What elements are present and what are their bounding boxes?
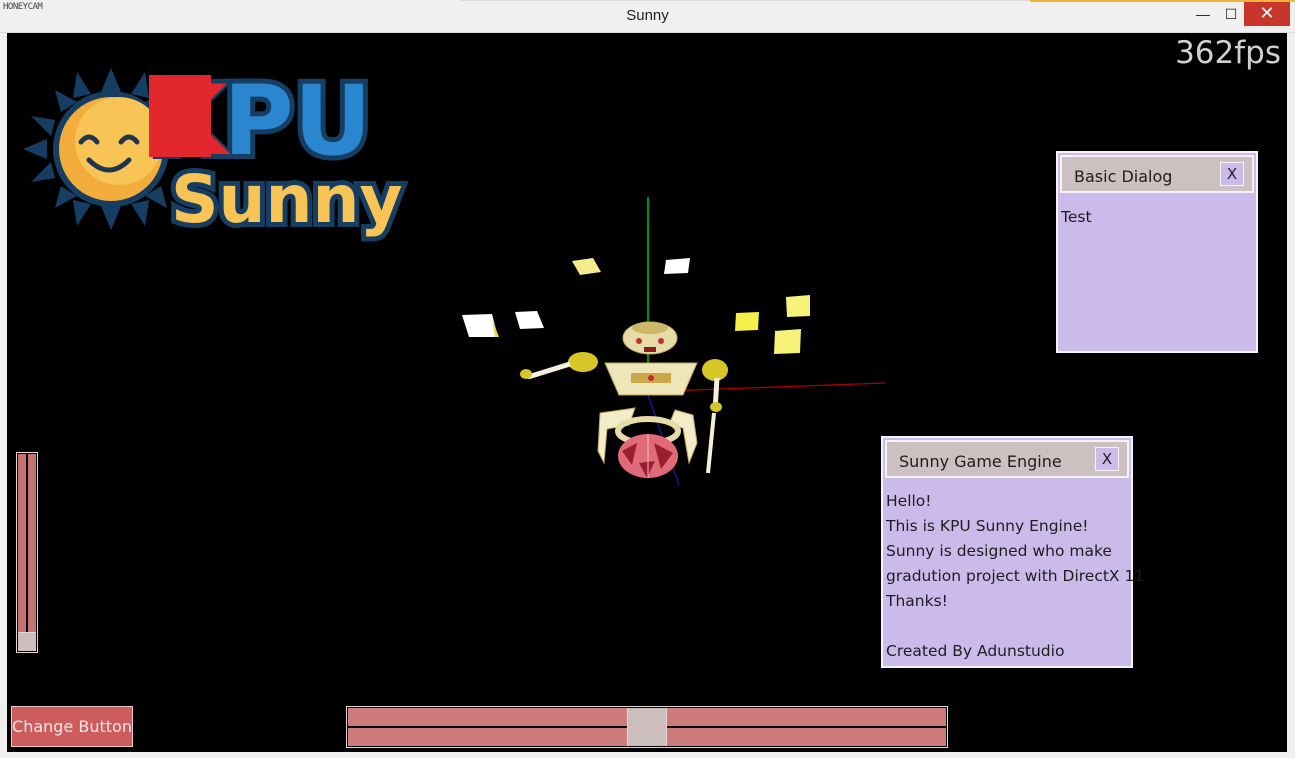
basic-dialog-line: Test [1061,208,1092,226]
basic-dialog-close-button[interactable]: X [1220,162,1244,186]
horizontal-slider-thumb[interactable] [627,708,667,746]
logo-sunny-text-fill: Sunny [171,161,403,238]
scene-quad [735,312,759,331]
engine-dialog-line: Hello! [886,492,932,510]
vertical-scrollbar-track[interactable] [18,454,26,651]
vertical-scrollbar-thumb[interactable] [18,632,36,651]
scene-quad [774,329,801,354]
scene-quad [462,314,498,337]
horizontal-slider[interactable] [346,706,948,748]
x-axis-line [666,382,886,392]
basic-dialog-title: Basic Dialog [1074,167,1173,186]
minimize-icon[interactable]: — [1188,2,1218,26]
scene-quad [664,258,690,274]
window-title: Sunny [626,7,669,24]
engine-dialog[interactable]: Sunny Game Engine X Hello! This is KPU S… [881,436,1144,668]
engine-dialog-line: Thanks! [886,592,948,610]
render-viewport[interactable]: KPU KPU K Sunny Sunny 362fps Basic Dialo… [7,33,1287,752]
window-titlebar[interactable]: HONEYCAM Sunny — ☐ ✕ [0,0,1295,33]
engine-dialog-line: gradution project with DirectX 11 [886,567,1145,585]
engine-dialog-line: This is KPU Sunny Engine! [886,517,1089,535]
engine-dialog-body: Hello! This is KPU Sunny Engine! Sunny i… [886,489,1144,664]
scene-quad [572,258,601,275]
engine-dialog-header[interactable]: Sunny Game Engine X [885,440,1129,478]
engine-dialog-close-button[interactable]: X [1095,447,1119,471]
robot-shoulder-left [568,352,598,372]
basic-dialog-body: Test [1061,205,1092,230]
engine-dialog-line [886,614,1144,639]
robot-arm-left [527,361,571,380]
scene-quad [786,295,810,317]
scene-quad [515,311,544,329]
basic-dialog-header[interactable]: Basic Dialog X [1060,155,1254,193]
fps-counter: 362fps [1175,35,1281,71]
vertical-scrollbar[interactable] [16,452,38,653]
basic-dialog[interactable]: Basic Dialog X Test [1056,151,1258,353]
engine-dialog-line: Sunny is designed who make [886,542,1112,560]
titlebar-divider [460,0,1030,1]
close-icon[interactable]: ✕ [1244,2,1290,26]
engine-dialog-title: Sunny Game Engine [899,452,1062,471]
kpu-sunny-logo: KPU KPU K Sunny Sunny [23,60,408,243]
vertical-scrollbar-track[interactable] [28,454,36,651]
maximize-icon[interactable]: ☐ [1216,2,1246,26]
robot-shoulder-right [702,359,728,381]
change-button[interactable]: Change Button [11,706,133,747]
engine-dialog-line: Created By Adunstudio [886,642,1065,660]
